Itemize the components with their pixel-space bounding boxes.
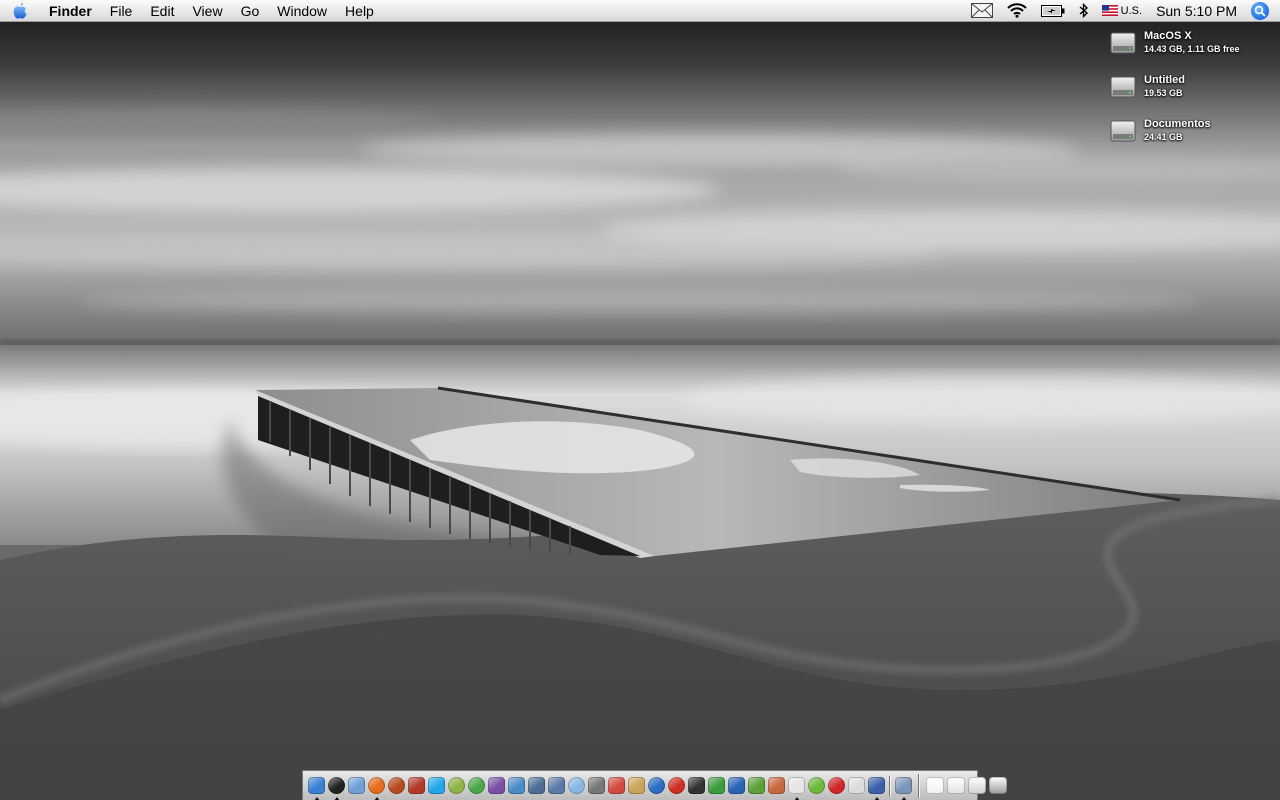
dock-dashboard-icon[interactable] <box>327 777 345 800</box>
us-flag-icon <box>1101 5 1118 16</box>
menu-clock[interactable]: Sun 5:10 PM <box>1148 0 1245 22</box>
desktop-volume-macos-x[interactable]: MacOS X 14.43 GB, 1.11 GB free <box>1110 30 1270 64</box>
dock-notes-icon[interactable] <box>627 777 645 794</box>
dock-flash-icon[interactable] <box>827 777 845 794</box>
dock-word-icon[interactable] <box>727 777 745 794</box>
wifi-icon <box>1006 3 1027 18</box>
volume-name: Documentos <box>1144 118 1211 130</box>
volume-label: MacOS X 14.43 GB, 1.11 GB free <box>1144 30 1240 56</box>
dock-preferences-icon[interactable] <box>894 777 912 800</box>
hard-drive-icon <box>1110 120 1136 142</box>
bluetooth-icon <box>1079 3 1088 18</box>
dock-dreamweaver-icon[interactable] <box>807 777 825 794</box>
wifi-status-button[interactable] <box>1000 0 1034 22</box>
dock-gecko-icon[interactable] <box>747 777 765 794</box>
dock <box>302 770 1007 800</box>
volume-info: 24.41 GB <box>1144 132 1183 142</box>
spotlight-button[interactable] <box>1251 1 1269 20</box>
menu-edit[interactable]: Edit <box>141 0 183 22</box>
spotlight-icon <box>1254 5 1266 17</box>
hard-drive-icon <box>1110 32 1136 54</box>
dock-doc-window-icon[interactable] <box>925 777 944 794</box>
dock-apps <box>306 775 913 800</box>
dock-textedit-icon[interactable] <box>767 777 785 794</box>
menu-go[interactable]: Go <box>232 0 269 22</box>
mail-status-button[interactable] <box>964 0 1000 22</box>
dock-x11-icon[interactable] <box>587 777 605 794</box>
dock-script-icon[interactable] <box>787 777 805 800</box>
dock-quicktime-icon[interactable] <box>647 777 665 794</box>
menu-view[interactable]: View <box>183 0 231 22</box>
desktop-screen: Finder File Edit View Go Window Help U.S… <box>0 0 1280 800</box>
volume-info: 19.53 GB <box>1144 88 1183 98</box>
menu-app-finder[interactable]: Finder <box>40 0 101 22</box>
desktop-wallpaper <box>0 0 1280 800</box>
dock-mail-icon[interactable] <box>507 777 525 794</box>
apple-icon <box>13 2 27 19</box>
dock-finder-icon[interactable] <box>307 777 325 800</box>
volume-name: Untitled <box>1144 74 1185 86</box>
menu-help[interactable]: Help <box>336 0 383 22</box>
dock-preview-icon[interactable] <box>347 777 365 794</box>
desktop-volume-documentos[interactable]: Documentos 24.41 GB <box>1110 118 1270 152</box>
menu-file[interactable]: File <box>101 0 142 22</box>
menu-bar: Finder File Edit View Go Window Help U.S… <box>0 0 1280 22</box>
dock-colorsync-icon[interactable] <box>447 777 465 794</box>
input-source-label: U.S. <box>1120 4 1143 17</box>
status-menus: U.S. Sun 5:10 PM <box>964 0 1280 22</box>
dock-doc-window2-icon[interactable] <box>946 777 965 794</box>
dock-separator <box>918 773 919 798</box>
volume-name: MacOS X <box>1144 30 1192 42</box>
dock-network-icon[interactable] <box>527 777 545 794</box>
dock-doc-window3-icon[interactable] <box>967 777 986 794</box>
desktop-volume-untitled[interactable]: Untitled 19.53 GB <box>1110 74 1270 108</box>
volume-label: Documentos 24.41 GB <box>1144 118 1211 144</box>
dock-utility-icon[interactable] <box>847 777 865 794</box>
battery-charging-icon <box>1040 4 1065 17</box>
volume-label: Untitled 19.53 GB <box>1144 74 1185 100</box>
dock-skype-icon[interactable] <box>427 777 445 794</box>
battery-status-button[interactable] <box>1034 0 1072 22</box>
dock-firefox-icon[interactable] <box>367 777 385 800</box>
dock-trash-icon[interactable] <box>988 777 1007 794</box>
envelope-icon <box>970 3 993 18</box>
dock-itunes-icon[interactable] <box>467 777 485 794</box>
dock-info-icon[interactable] <box>867 777 885 800</box>
dock-system-tool-icon[interactable] <box>547 777 565 794</box>
dock-safari-icon[interactable] <box>567 777 585 794</box>
dock-minor-separator <box>889 775 890 796</box>
hard-drive-icon <box>1110 76 1136 98</box>
dock-ical-icon[interactable] <box>607 777 625 794</box>
menu-window[interactable]: Window <box>268 0 336 22</box>
dock-stickies-icon[interactable] <box>687 777 705 794</box>
dock-itunes-app-icon[interactable] <box>387 777 405 794</box>
dock-figure-icon[interactable] <box>407 777 425 794</box>
bluetooth-status-button[interactable] <box>1072 0 1096 22</box>
input-source-menu[interactable]: U.S. <box>1096 5 1148 17</box>
dock-frog-icon[interactable] <box>707 777 725 794</box>
apple-menu-button[interactable] <box>0 0 40 22</box>
dock-tomato-icon[interactable] <box>667 777 685 794</box>
dock-documents <box>924 777 1008 794</box>
volume-info: 14.43 GB, 1.11 GB free <box>1144 44 1240 54</box>
dock-photoshop-icon[interactable] <box>487 777 505 794</box>
